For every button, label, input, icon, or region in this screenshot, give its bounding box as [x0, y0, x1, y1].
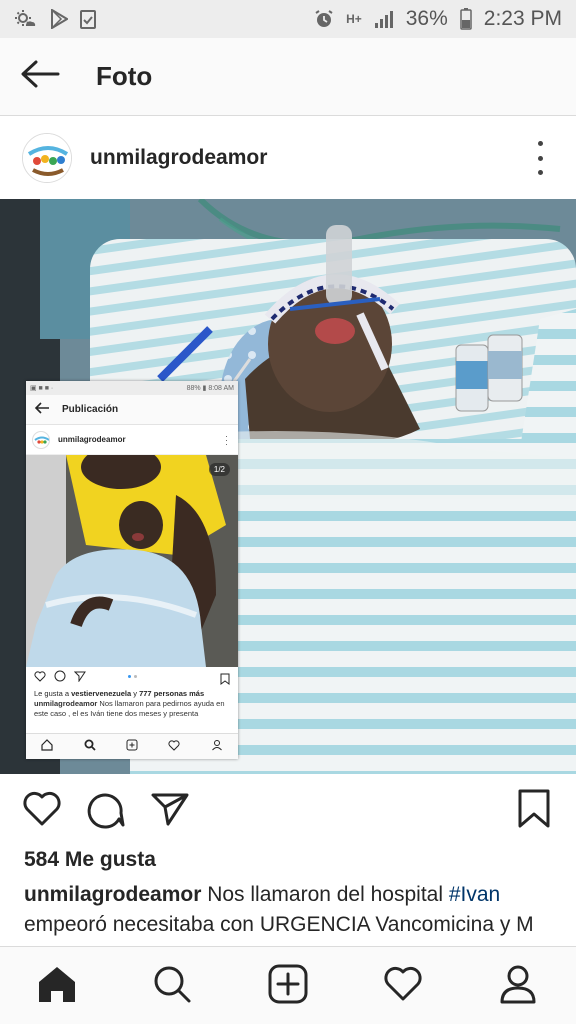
caption-hashtag[interactable]: #Ivan: [449, 883, 500, 906]
inner-bottom-nav: [26, 733, 238, 759]
embedded-screenshot: ▣ ■ ■ · 88% ▮ 8:08 AM Publicación unmila…: [26, 381, 238, 759]
inner-profile-icon: [211, 738, 223, 756]
status-bar: H+ 36% 2:23 PM: [0, 0, 576, 38]
inner-avatar: [32, 430, 50, 449]
caption-username[interactable]: unmilagrodeamor: [24, 883, 201, 906]
inner-carousel-dots: [128, 675, 137, 678]
inner-post-header: unmilagrodeamor · · ·: [26, 425, 238, 455]
caption-text-1: Nos llamaron del hospital: [201, 883, 449, 906]
network-type: H+: [346, 12, 362, 26]
inner-app-bar: Publicación: [26, 395, 238, 425]
inner-likes-prefix: Le gusta a: [34, 689, 72, 698]
nav-home[interactable]: [32, 961, 82, 1011]
likes-count[interactable]: 584 Me gusta: [24, 848, 156, 872]
battery-icon: [460, 8, 472, 30]
inner-username: unmilagrodeamor: [58, 435, 126, 444]
post-photo[interactable]: ▣ ■ ■ · 88% ▮ 8:08 AM Publicación unmila…: [0, 199, 576, 774]
bookmark-icon: [517, 789, 551, 834]
inner-home-icon: [41, 738, 53, 756]
search-icon: [152, 964, 192, 1009]
alarm-icon: [314, 9, 334, 29]
inner-pager-badge: 1/2: [208, 463, 230, 476]
inner-share-icon: [73, 669, 86, 687]
inner-comment-icon: [54, 669, 66, 687]
inner-title: Publicación: [62, 404, 119, 415]
nav-new-post[interactable]: [263, 961, 313, 1011]
inner-photo: 1/2: [26, 455, 238, 667]
inner-caption-user: unmilagrodeamor: [34, 699, 98, 708]
nav-activity[interactable]: [378, 961, 428, 1011]
status-bar-right: H+ 36% 2:23 PM: [314, 7, 562, 31]
inner-likes-user: vestiervenezuela: [71, 689, 132, 698]
comment-icon: [86, 789, 126, 834]
bottom-nav: [0, 946, 576, 1024]
heart-icon: [22, 791, 62, 832]
profile-icon: [498, 964, 538, 1009]
post-username[interactable]: unmilagrodeamor: [90, 146, 267, 170]
caption-text-2: empeoró necesitaba con URGENCIA Vancomic…: [24, 913, 534, 936]
app-bar: Foto: [0, 38, 576, 116]
inner-status-left: ▣ ■ ■ ·: [30, 385, 54, 392]
avatar[interactable]: [22, 133, 72, 183]
inner-actions: [26, 667, 238, 689]
activity-heart-icon: [383, 966, 423, 1007]
clock: 2:23 PM: [483, 7, 562, 30]
inner-likes-count: 777 personas más: [139, 689, 205, 698]
inner-likes: Le gusta a vestiervenezuela y 777 person…: [26, 689, 238, 699]
post-caption: unmilagrodeamor Nos llamaron del hospita…: [24, 880, 554, 946]
comment-button[interactable]: [84, 789, 128, 833]
share-button[interactable]: [148, 789, 192, 833]
more-vertical-icon[interactable]: [532, 141, 548, 175]
nav-profile[interactable]: [493, 961, 543, 1011]
inner-likes-middle: y: [131, 689, 140, 698]
inner-search-icon: [84, 738, 96, 756]
inner-heart-icon: [34, 669, 46, 687]
save-button[interactable]: [512, 789, 556, 833]
home-icon: [37, 964, 77, 1009]
inner-add-icon: [126, 738, 138, 756]
status-bar-left: [14, 9, 96, 29]
arrow-left-icon: [20, 59, 60, 94]
signal-icon: [374, 9, 394, 29]
weather-icon: [14, 9, 38, 29]
post-actions: [0, 775, 576, 847]
inner-arrow-left-icon: [34, 401, 50, 419]
clipboard-check-icon: [80, 9, 96, 29]
inner-status-right: 88% ▮ 8:08 AM: [186, 385, 234, 392]
inner-bookmark-icon: [220, 672, 230, 690]
play-store-icon: [50, 9, 68, 29]
share-icon: [150, 791, 190, 832]
inner-activity-icon: [168, 738, 180, 756]
post-header: unmilagrodeamor: [0, 117, 576, 199]
add-post-icon: [268, 964, 308, 1009]
like-button[interactable]: [20, 789, 64, 833]
inner-photo-scene: [26, 455, 238, 667]
battery-percent: 36%: [405, 7, 448, 30]
inner-caption: unmilagrodeamor Nos llamaron para pedirn…: [26, 699, 238, 729]
back-button[interactable]: [0, 38, 80, 116]
page-title: Foto: [96, 61, 153, 91]
inner-status-bar: ▣ ■ ■ · 88% ▮ 8:08 AM: [26, 381, 238, 395]
nav-search[interactable]: [147, 961, 197, 1011]
inner-more-icon: · · ·: [225, 431, 228, 449]
